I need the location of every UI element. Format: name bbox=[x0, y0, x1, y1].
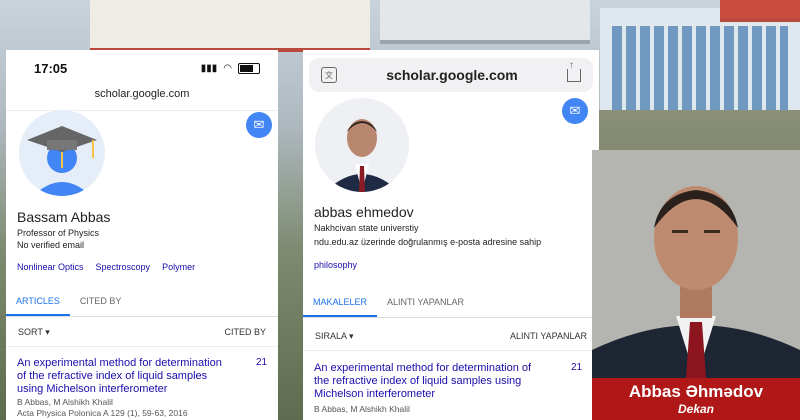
tab-makaleler[interactable]: MAKALELER bbox=[303, 287, 378, 317]
share-icon[interactable] bbox=[566, 60, 581, 82]
tab-alinti-yapanlar[interactable]: ALINTI YAPANLAR bbox=[377, 287, 474, 317]
interest-link[interactable]: Nonlinear Optics bbox=[17, 262, 84, 272]
person-photo-icon bbox=[315, 98, 409, 192]
url-text: scholar.google.com bbox=[94, 88, 190, 100]
phone-screenshot-right: 文 scholar.google.com ✉ abbas ehmedov Nak… bbox=[303, 50, 599, 420]
phone-screenshot-left: 17:05 ▮▮▮ ◠ scholar.google.com ✉ Bassam … bbox=[6, 50, 278, 420]
mail-plus-icon: ✉ bbox=[253, 117, 265, 132]
caret-down-icon: ▾ bbox=[45, 326, 50, 337]
profile-photo bbox=[315, 98, 409, 192]
follow-button[interactable]: ✉ bbox=[562, 98, 588, 124]
url-bar[interactable]: scholar.google.com bbox=[6, 86, 278, 111]
interest-link[interactable]: Polymer bbox=[162, 262, 195, 272]
default-avatar bbox=[19, 110, 105, 196]
article-title[interactable]: An experimental method for determination… bbox=[314, 362, 549, 401]
status-time: 17:05 bbox=[34, 60, 68, 76]
interest-link[interactable]: Spectroscopy bbox=[96, 262, 151, 272]
profile-title: Professor of Physics bbox=[17, 228, 100, 238]
campus-building bbox=[90, 0, 370, 52]
profile-name: Bassam Abbas bbox=[17, 209, 111, 225]
article-authors: B Abbas, M Alshikh Khalil bbox=[17, 397, 113, 407]
profile-email-status: No verified email bbox=[17, 240, 85, 250]
url-bar[interactable]: 文 scholar.google.com bbox=[309, 58, 593, 92]
campus-building bbox=[380, 0, 590, 44]
sort-row: SIRALA ▾ ALINTI YAPANLAR bbox=[303, 322, 599, 351]
campus-roof bbox=[720, 0, 800, 22]
sort-row: SORT ▾ CITED BY bbox=[6, 318, 278, 347]
follow-button[interactable]: ✉ bbox=[246, 112, 272, 138]
status-icons: ▮▮▮ ◠ bbox=[200, 62, 260, 74]
mail-plus-icon: ✉ bbox=[569, 103, 581, 118]
interest-list: Nonlinear Optics Spectroscopy Polymer bbox=[17, 262, 195, 272]
nameplate-title: Dekan bbox=[677, 402, 715, 416]
tab-articles[interactable]: ARTICLES bbox=[6, 286, 70, 316]
dean-nameplate: Abbas Əhmədov Dekan bbox=[592, 378, 800, 420]
article-citations[interactable]: 21 bbox=[571, 362, 582, 373]
article-citations[interactable]: 21 bbox=[256, 357, 267, 368]
sort-label: SORT bbox=[18, 326, 43, 337]
battery-icon bbox=[238, 62, 260, 74]
graduate-avatar-icon bbox=[27, 126, 97, 196]
article-authors: B Abbas, M Alshikh Khalil bbox=[314, 404, 410, 414]
profile-tabs: MAKALELER ALINTI YAPANLAR bbox=[303, 287, 599, 318]
cited-by-column-header[interactable]: ALINTI YAPANLAR bbox=[510, 331, 587, 341]
profile-email-status: ndu.edu.az üzerinde doğrulanmış e-posta … bbox=[314, 237, 542, 247]
url-text: scholar.google.com bbox=[386, 67, 518, 83]
profile-affiliation: Nakhcivan state universtiy bbox=[314, 223, 419, 233]
wifi-icon: ◠ bbox=[223, 62, 232, 74]
profile-tabs: ARTICLES CITED BY bbox=[6, 286, 278, 317]
sort-button[interactable]: SORT ▾ bbox=[18, 327, 50, 338]
caret-down-icon: ▾ bbox=[349, 330, 354, 341]
cited-by-column-header[interactable]: CITED BY bbox=[224, 327, 266, 337]
profile-name: abbas ehmedov bbox=[314, 204, 414, 220]
article-venue: Acta Physica Polonica A 129 (1), 59-63, … bbox=[17, 408, 188, 418]
nameplate-name: Abbas Əhmədov bbox=[628, 382, 764, 401]
building-windows bbox=[612, 26, 788, 118]
sort-button[interactable]: SIRALA ▾ bbox=[315, 331, 354, 342]
interest-list: philosophy bbox=[314, 260, 357, 270]
signal-icon: ▮▮▮ bbox=[200, 62, 218, 74]
interest-link[interactable]: philosophy bbox=[314, 260, 357, 270]
tab-cited-by[interactable]: CITED BY bbox=[70, 286, 132, 316]
status-bar: 17:05 ▮▮▮ ◠ bbox=[6, 50, 278, 86]
translate-icon[interactable]: 文 bbox=[321, 67, 337, 83]
sort-label: SIRALA bbox=[315, 330, 347, 341]
article-title[interactable]: An experimental method for determination… bbox=[17, 357, 232, 396]
